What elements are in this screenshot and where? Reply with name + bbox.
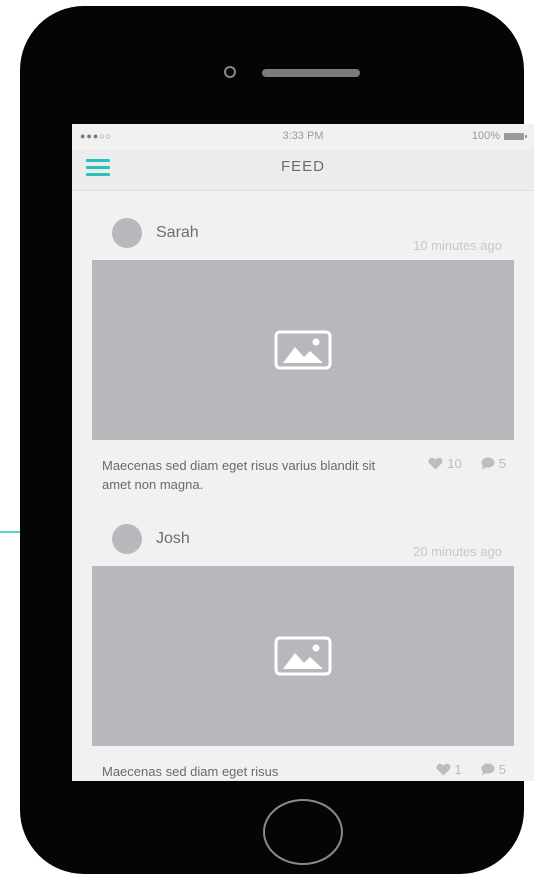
post-header: Sarah 10 minutes ago xyxy=(72,214,534,260)
comment-icon xyxy=(481,457,495,470)
battery-icon xyxy=(504,132,527,140)
post-caption: Maecenas sed diam eget risus varius blan… xyxy=(102,458,376,492)
post-timestamp: 10 minutes ago xyxy=(413,238,502,253)
battery-percent: 100% xyxy=(471,130,500,142)
phone-screen: ●●●○○ 3:33 PM 100% FEED Sarah 10 minutes… xyxy=(72,124,534,781)
page-title: FEED xyxy=(280,158,325,175)
heart-icon xyxy=(436,763,450,776)
post-timestamp: 20 minutes ago xyxy=(413,544,502,559)
like-count: 10 xyxy=(447,456,462,471)
nav-bar: FEED xyxy=(72,150,534,191)
author-name[interactable]: Sarah xyxy=(156,224,199,242)
post-image[interactable] xyxy=(92,260,514,440)
like-count: 1 xyxy=(454,762,462,777)
comment-count: 5 xyxy=(498,762,506,777)
like-button[interactable]: 1 xyxy=(436,762,462,777)
comment-button[interactable]: 5 xyxy=(480,456,506,471)
earpiece-speaker xyxy=(262,69,360,77)
like-button[interactable]: 10 xyxy=(428,456,462,471)
post-footer: Maecenas sed diam eget risus varius blan… xyxy=(72,440,534,510)
heart-icon xyxy=(428,457,443,470)
feed-post: Sarah 10 minutes ago Maecenas sed diam e… xyxy=(72,214,534,510)
image-icon xyxy=(274,636,332,676)
status-bar: ●●●○○ 3:33 PM 100% xyxy=(72,124,534,150)
avatar[interactable] xyxy=(112,218,142,248)
comment-icon xyxy=(481,763,495,776)
avatar[interactable] xyxy=(112,524,142,554)
battery-status: 100% xyxy=(471,130,527,142)
status-time: 3:33 PM xyxy=(282,130,324,142)
feed-post: Josh 20 minutes ago Maecenas sed diam eg… xyxy=(72,520,534,781)
post-header: Josh 20 minutes ago xyxy=(72,520,534,566)
comment-button[interactable]: 5 xyxy=(480,762,506,777)
front-camera xyxy=(224,66,236,78)
comment-count: 5 xyxy=(498,456,506,471)
home-button[interactable] xyxy=(263,799,343,865)
post-image[interactable] xyxy=(92,566,514,746)
post-caption: Maecenas sed diam eget risus xyxy=(102,764,279,779)
author-name[interactable]: Josh xyxy=(156,530,190,548)
post-footer: Maecenas sed diam eget risus 1 5 xyxy=(72,746,534,781)
phone-frame: ●●●○○ 3:33 PM 100% FEED Sarah 10 minutes… xyxy=(20,6,534,874)
post-stats: 10 5 xyxy=(410,456,506,471)
post-stats: 1 5 xyxy=(418,762,506,777)
image-icon xyxy=(274,330,332,370)
